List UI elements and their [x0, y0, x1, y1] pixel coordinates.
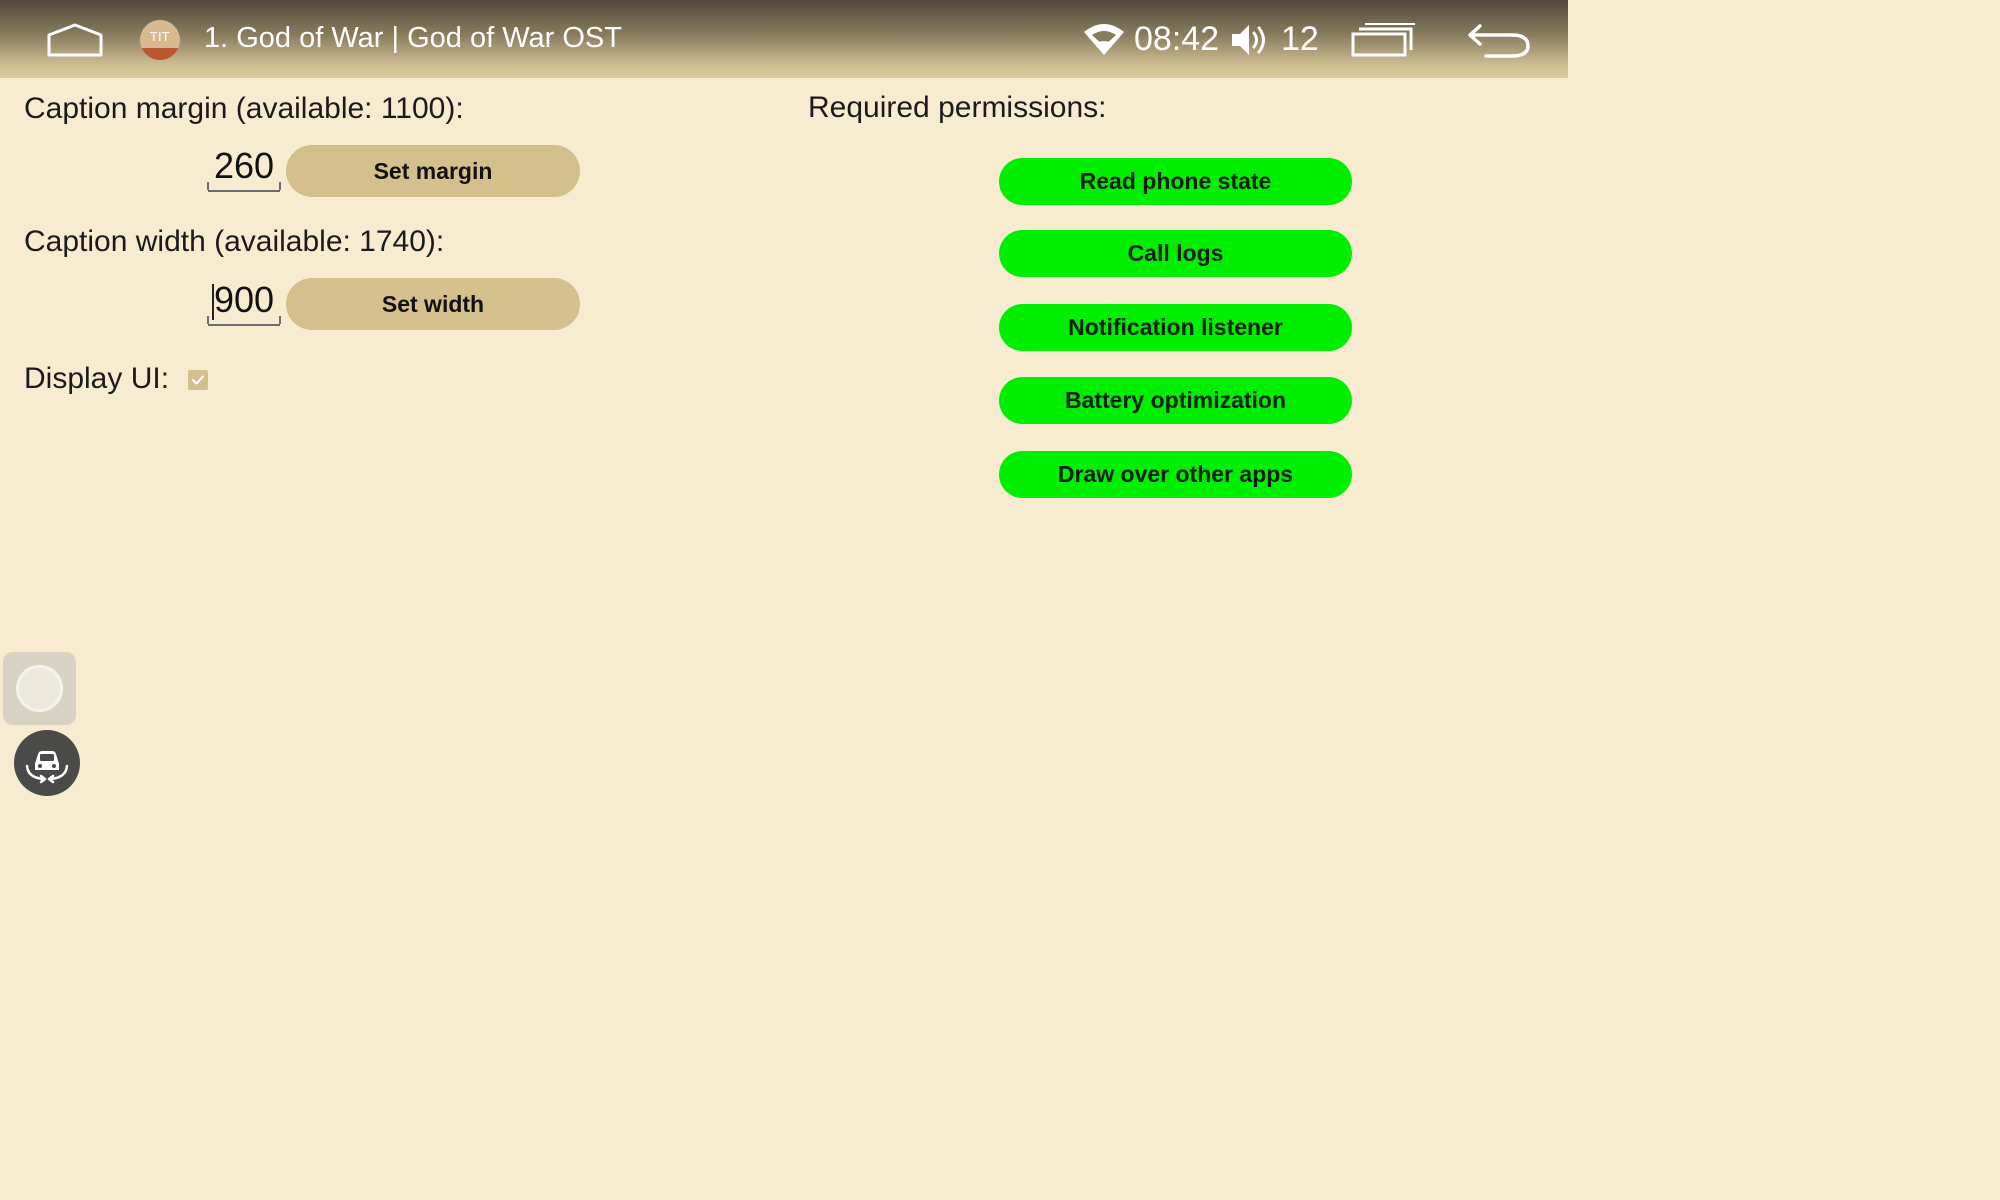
home-icon[interactable] — [46, 22, 104, 58]
battery-optimization-button[interactable]: Battery optimization — [999, 377, 1352, 424]
checkmark-icon — [192, 375, 204, 385]
text-cursor — [212, 284, 214, 320]
set-margin-button[interactable]: Set margin — [286, 145, 580, 197]
volume-level: 12 — [1281, 20, 1319, 58]
app-badge-band — [140, 48, 180, 60]
circle-icon — [16, 665, 63, 712]
caption-margin-label: Caption margin (available: 1100): — [24, 92, 464, 125]
set-width-button[interactable]: Set width — [286, 278, 580, 330]
input-tick-right — [279, 182, 281, 190]
app-avatar[interactable]: TIT — [140, 20, 180, 60]
caption-width-input[interactable]: 900 — [207, 278, 281, 326]
display-ui-label: Display UI: — [24, 362, 170, 395]
caption-width-value: 900 — [213, 279, 275, 320]
display-ui-checkbox[interactable] — [188, 370, 208, 390]
recent-apps-icon[interactable] — [1350, 22, 1416, 58]
app-badge-text: TIT — [150, 30, 170, 44]
input-tick-left — [207, 316, 209, 324]
caption-width-label: Caption width (available: 1740): — [24, 225, 445, 258]
assistive-touch-button[interactable] — [3, 652, 76, 725]
status-bar: TIT 1. God of War | God of War OST 08:42… — [0, 0, 1568, 78]
read-phone-state-button[interactable]: Read phone state — [999, 158, 1352, 205]
notification-listener-button[interactable]: Notification listener — [999, 304, 1352, 351]
input-tick-left — [207, 182, 209, 190]
clock: 08:42 — [1134, 20, 1220, 58]
volume-icon[interactable] — [1230, 22, 1272, 58]
input-tick-right — [279, 316, 281, 324]
draw-over-other-apps-button[interactable]: Draw over other apps — [999, 451, 1352, 498]
caption-margin-value: 260 — [213, 145, 275, 186]
permissions-title: Required permissions: — [808, 91, 1107, 124]
call-logs-button[interactable]: Call logs — [999, 230, 1352, 277]
car-360-icon — [25, 751, 69, 784]
caption-margin-input[interactable]: 260 — [207, 144, 281, 192]
car-360-button[interactable] — [14, 730, 80, 796]
back-icon[interactable] — [1466, 18, 1532, 60]
wifi-icon — [1084, 24, 1124, 55]
now-playing-title[interactable]: 1. God of War | God of War OST — [204, 22, 622, 55]
